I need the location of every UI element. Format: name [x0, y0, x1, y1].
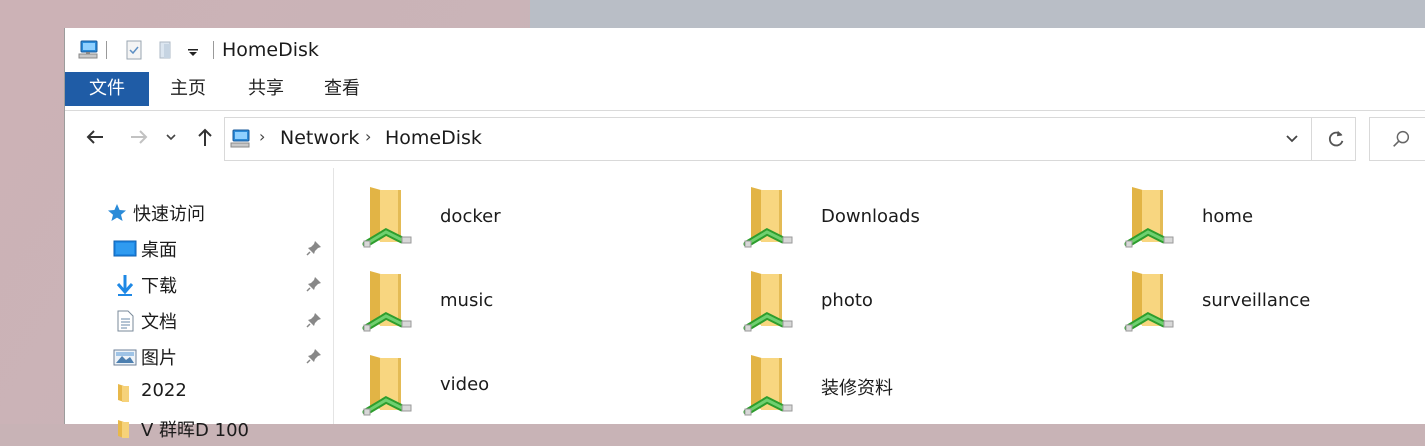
customize-toolbar-dropdown-icon[interactable] [182, 38, 206, 62]
desktop-wallpaper-band [530, 0, 1425, 30]
chevron-down-icon [166, 134, 176, 141]
folder-tile-video[interactable]: video [362, 352, 732, 428]
folder-tile-docker[interactable]: docker [362, 184, 732, 260]
shared-folder-icon [1124, 271, 1174, 332]
shared-folder-icon [362, 187, 412, 248]
file-explorer-window: HomeDisk 文件 主页 共享 查看 › Network › HomeDis… [64, 28, 1425, 441]
folder-tile-surveillance[interactable]: surveillance [1124, 268, 1425, 344]
address-separator [1311, 118, 1312, 160]
folder-name: photo [821, 290, 873, 311]
nav-item-label: 下载 [141, 276, 177, 297]
up-arrow-icon [198, 128, 212, 146]
navigation-bar: › Network › HomeDisk [65, 111, 1425, 167]
folder-tile-home[interactable]: home [1124, 184, 1425, 260]
folder-tile-downloads[interactable]: Downloads [743, 184, 1113, 260]
tab-view[interactable]: 查看 [311, 72, 373, 106]
folder-name: music [440, 290, 494, 311]
title-bar: HomeDisk [65, 28, 1425, 72]
tab-home[interactable]: 主页 [157, 72, 219, 106]
window-title: HomeDisk [222, 39, 319, 61]
file-list: docker Downloads home music photo survei… [334, 168, 1425, 424]
folder-name: surveillance [1202, 290, 1311, 311]
chevron-down-icon [1286, 135, 1298, 143]
nav-item-label: V 群晖D 100 [141, 420, 249, 441]
back-arrow-icon [86, 130, 103, 144]
folder-name: Downloads [821, 206, 920, 227]
shared-folder-icon [362, 355, 412, 416]
folder-icon [113, 381, 137, 405]
shared-folder-icon [743, 187, 793, 248]
pin-icon[interactable] [305, 347, 323, 365]
nav-item-label: 快速访问 [133, 204, 205, 225]
star-icon [105, 201, 129, 225]
refresh-button[interactable] [1317, 118, 1355, 160]
shared-folder-icon [743, 355, 793, 416]
shared-folder-icon [743, 271, 793, 332]
search-box[interactable] [1369, 117, 1425, 161]
pin-icon[interactable] [305, 275, 323, 293]
forward-button[interactable] [125, 125, 153, 153]
shared-folder-icon [362, 271, 412, 332]
title-bar-separator [106, 41, 107, 59]
folder-tile-music[interactable]: music [362, 268, 732, 344]
network-location-icon [229, 127, 253, 151]
tab-share[interactable]: 共享 [235, 72, 297, 106]
tab-file[interactable]: 文件 [65, 72, 149, 106]
new-folder-icon[interactable] [154, 38, 178, 62]
search-icon [1393, 130, 1410, 147]
breadcrumb-chevron-icon[interactable]: › [365, 127, 371, 146]
download-icon [113, 273, 137, 297]
title-bar-separator [213, 41, 214, 59]
desktop-icon [113, 237, 137, 261]
folder-icon [113, 417, 137, 441]
address-bar[interactable]: › Network › HomeDisk [224, 117, 1356, 161]
folder-name: 装修资料 [821, 378, 893, 399]
nav-item-label: 图片 [141, 348, 177, 369]
breadcrumb-homedisk[interactable]: HomeDisk [385, 127, 482, 149]
picture-icon [113, 345, 137, 369]
refresh-icon [1328, 130, 1344, 147]
folder-name: video [440, 374, 490, 395]
recent-locations-button[interactable] [161, 125, 181, 153]
folder-tile-photo[interactable]: photo [743, 268, 1113, 344]
breadcrumb-network[interactable]: Network [280, 127, 359, 149]
nav-item-label: 文档 [141, 312, 177, 333]
address-dropdown-button[interactable] [1280, 126, 1304, 150]
breadcrumb-chevron-icon[interactable]: › [259, 127, 265, 146]
up-button[interactable] [191, 125, 219, 153]
document-icon [113, 309, 137, 333]
navigation-pane: 快速访问 桌面 下载 文档 图片 2022 V 群晖D 100 [65, 168, 334, 441]
forward-arrow-icon [131, 130, 148, 144]
folder-name: home [1202, 206, 1254, 227]
nav-item-label: 2022 [141, 380, 187, 401]
nav-item-label: 桌面 [141, 240, 177, 261]
folder-name: docker [440, 206, 501, 227]
pin-icon[interactable] [305, 239, 323, 257]
properties-icon[interactable] [122, 38, 146, 62]
back-button[interactable] [81, 125, 109, 153]
ribbon-tabs: 文件 主页 共享 查看 [65, 72, 1425, 111]
network-computer-icon[interactable] [77, 38, 101, 62]
folder-tile-renovation-docs[interactable]: 装修资料 [743, 352, 1113, 428]
pin-icon[interactable] [305, 311, 323, 329]
shared-folder-icon [1124, 187, 1174, 248]
